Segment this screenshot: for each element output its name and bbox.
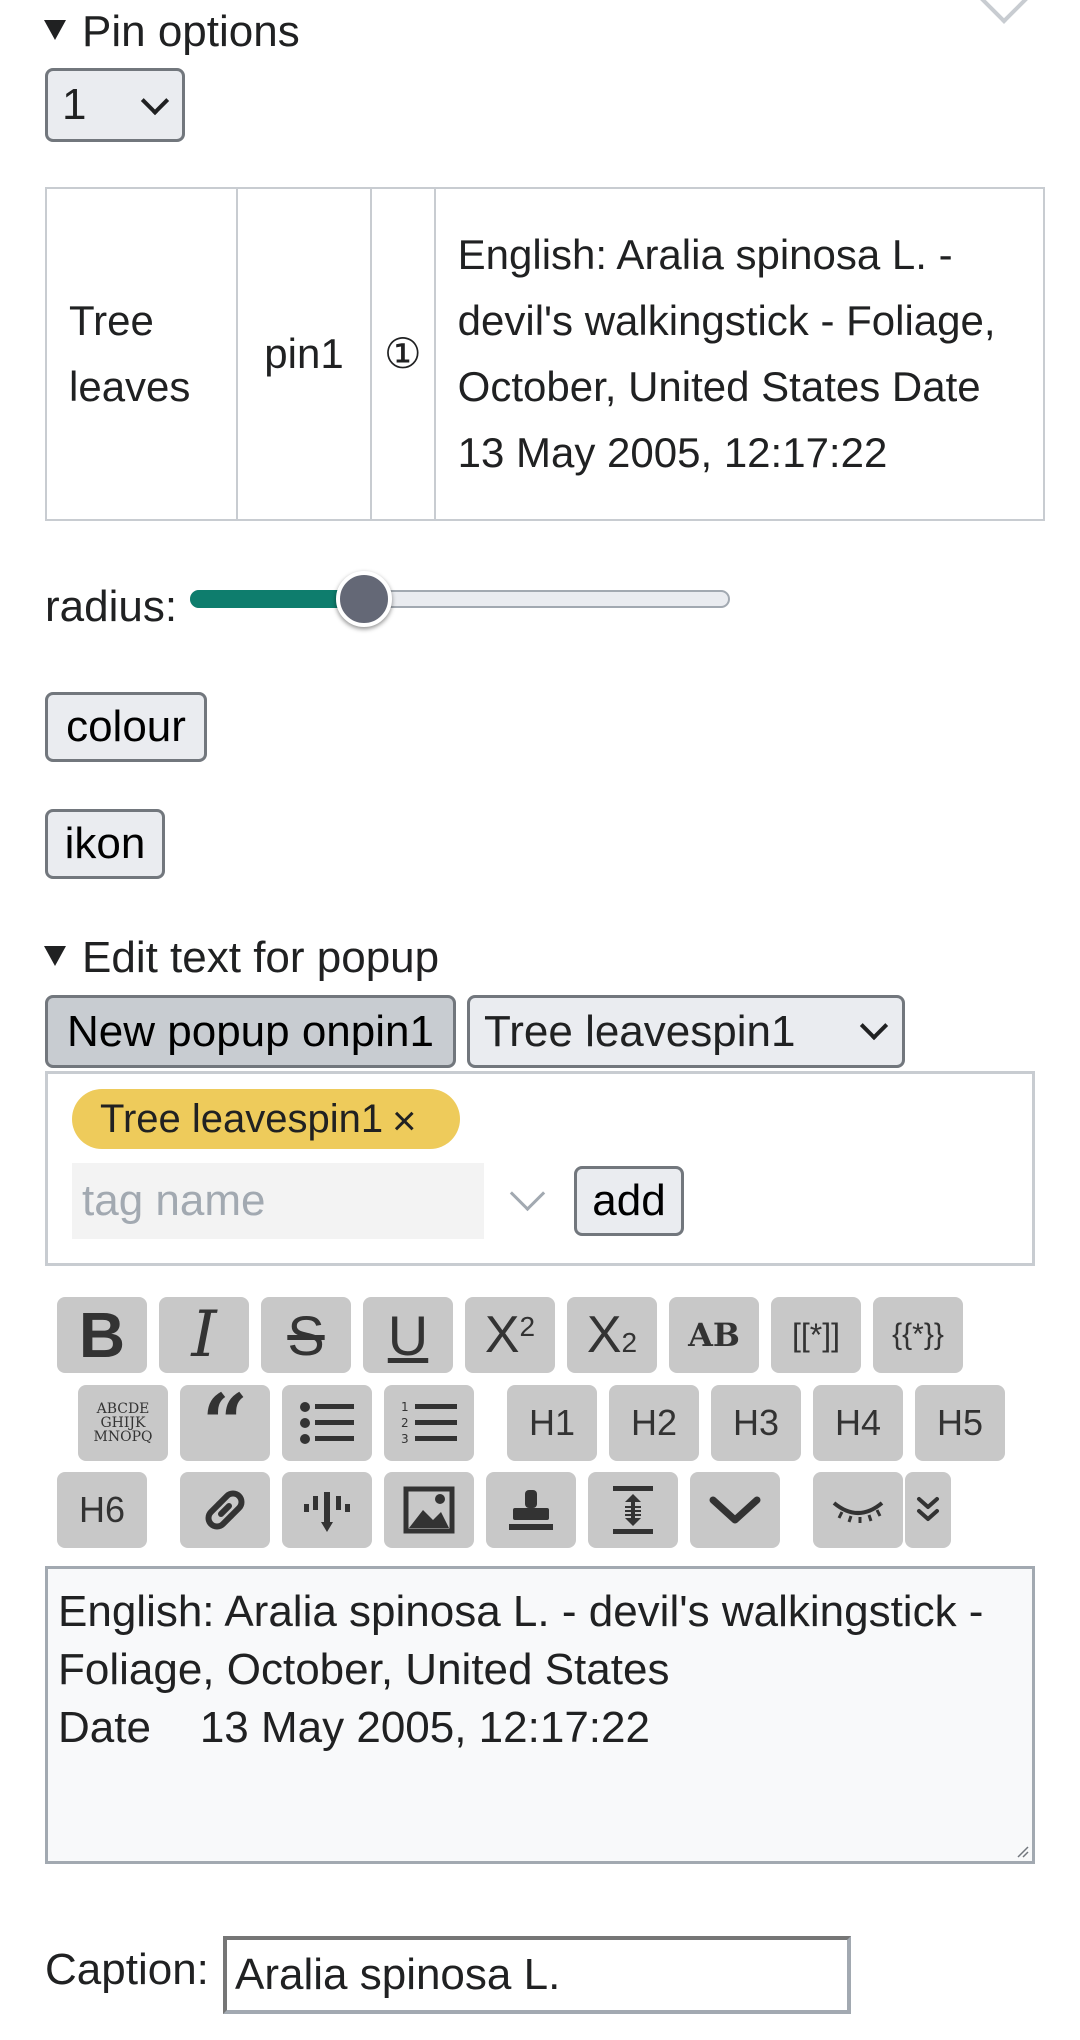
small-caps-button[interactable]: AB [669, 1297, 759, 1373]
text-line: Foliage, October, United States [58, 1645, 670, 1694]
disclosure-triangle-icon [44, 20, 66, 41]
pin-id-cell: pin1 [236, 187, 372, 521]
bold-button[interactable]: B [57, 1297, 147, 1373]
pin-table: Tree leaves pin1 ① English: Aralia spino… [45, 187, 1046, 521]
svg-text:1: 1 [401, 1400, 409, 1414]
text-line: English: Aralia spinosa L. - devil's wal… [58, 1587, 984, 1636]
quote-button[interactable]: “ [180, 1376, 270, 1470]
radius-label: radius: [45, 582, 178, 631]
stamp-icon [509, 1490, 553, 1530]
heading-6-button[interactable]: H6 [57, 1472, 147, 1548]
heading-5-button[interactable]: H5 [915, 1385, 1005, 1461]
map-pin-button[interactable] [282, 1472, 372, 1548]
link-icon [205, 1490, 245, 1530]
radius-slider-thumb[interactable] [336, 571, 392, 627]
superscript-button[interactable]: X2 [465, 1297, 555, 1373]
map-pin-icon [304, 1492, 350, 1532]
table-row: Tree leaves pin1 ① English: Aralia spino… [45, 187, 1046, 521]
bullet-list-icon [300, 1402, 354, 1444]
line-height-icon [613, 1486, 653, 1534]
popup-text-area[interactable]: English: Aralia spinosa L. - devil's wal… [45, 1566, 1035, 1864]
pin-options-summary[interactable]: Pin options [44, 4, 300, 60]
italic-button[interactable]: I [159, 1297, 249, 1373]
chevron-down-button[interactable] [690, 1472, 780, 1548]
strikethrough-button[interactable]: S [261, 1297, 351, 1373]
underline-button[interactable]: U [363, 1297, 453, 1373]
heading-3-button[interactable]: H3 [711, 1385, 801, 1461]
pin-number-cell: ① [370, 187, 436, 521]
wikilink-button[interactable]: [[*]] [771, 1297, 861, 1373]
image-button[interactable] [384, 1472, 474, 1548]
chevron-down-icon [140, 86, 170, 116]
svg-text:3: 3 [401, 1432, 409, 1446]
disclosure-triangle-icon [44, 946, 66, 967]
close-icon[interactable]: × [392, 1097, 417, 1145]
template-button[interactable]: {{*}} [873, 1297, 963, 1373]
stamp-button[interactable] [486, 1472, 576, 1548]
svg-text:2: 2 [401, 1416, 409, 1430]
chevron-down-icon [859, 1011, 889, 1041]
heading-4-button[interactable]: H4 [813, 1385, 903, 1461]
chevron-down-icon [709, 1496, 761, 1524]
image-icon [403, 1486, 455, 1534]
tag-chip: Tree leavespin1 × [72, 1089, 460, 1149]
closed-eye-icon [832, 1501, 884, 1523]
hide-button[interactable] [813, 1472, 903, 1548]
pin-name-cell: Tree leaves [45, 187, 238, 521]
heading-1-button[interactable]: H1 [507, 1385, 597, 1461]
new-popup-button[interactable]: New popup onpin1 [45, 995, 456, 1068]
edit-popup-summary[interactable]: Edit text for popup [44, 930, 439, 986]
bullet-list-button[interactable] [282, 1385, 372, 1461]
text-line: Date 13 May 2005, 12:17:22 [58, 1703, 650, 1752]
monospace-block-button[interactable]: ABCDE GHIJK MNOPQ [78, 1385, 168, 1461]
add-tag-button[interactable]: add [574, 1166, 684, 1236]
caption-label: Caption: [45, 1945, 209, 1994]
link-button[interactable] [180, 1472, 270, 1548]
more-options-button[interactable] [905, 1472, 951, 1548]
caption-input[interactable]: Aralia spinosa L. [223, 1936, 851, 2014]
numbered-list-icon: 1 2 3 [401, 1400, 457, 1446]
line-height-button[interactable] [588, 1472, 678, 1548]
subscript-button[interactable]: X2 [567, 1297, 657, 1373]
numbered-list-button[interactable]: 1 2 3 [384, 1385, 474, 1461]
colour-button[interactable]: colour [45, 692, 207, 762]
resize-handle-icon[interactable] [1015, 1844, 1029, 1858]
pin-number-select[interactable]: 1 [45, 68, 185, 142]
ikon-button[interactable]: ikon [45, 809, 165, 879]
double-chevron-down-icon [917, 1497, 939, 1521]
popup-select[interactable]: Tree leavespin1 [467, 995, 905, 1068]
tag-name-input[interactable] [72, 1163, 484, 1239]
collapse-corner-icon [977, 0, 1031, 24]
pin-description-cell: English: Aralia spinosa L. - devil's wal… [433, 187, 1046, 521]
heading-2-button[interactable]: H2 [609, 1385, 699, 1461]
